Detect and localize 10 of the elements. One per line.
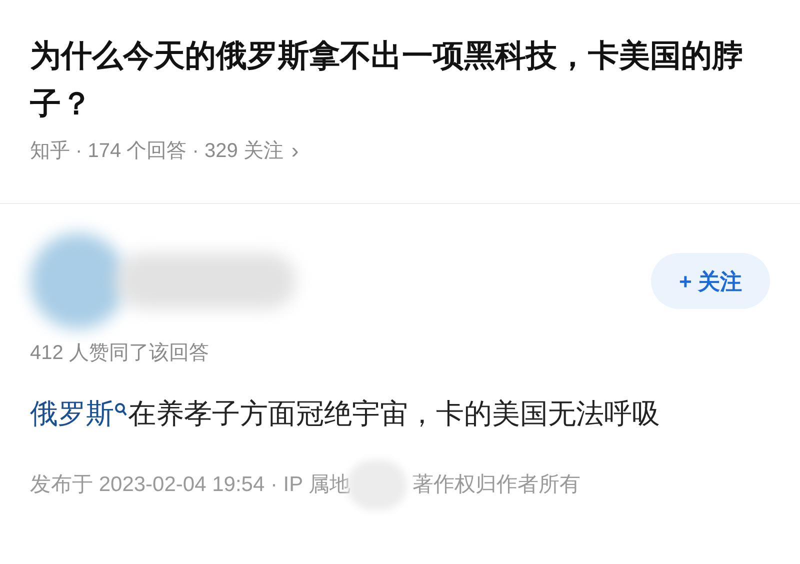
follow-button[interactable]: + 关注 (651, 253, 770, 309)
copyright-note: 著作权归作者所有 (412, 472, 581, 498)
question-title: 为什么今天的俄罗斯拿不出一项黑科技，卡美国的脖子？ (30, 37, 744, 123)
question-meta: 知乎 · 174 个回答 · 329 关注 (30, 138, 284, 164)
answer-text: 在养孝子方面冠绝宇宙，卡的美国无法呼吸 (128, 397, 660, 431)
publish-info: 发布于 2023-02-04 19:54 · IP 属地 (30, 472, 351, 498)
search-icon (114, 402, 128, 418)
chevron-icon[interactable]: › (291, 134, 299, 167)
keyword-link[interactable]: 俄罗斯 (30, 394, 114, 434)
upvote-count: 412 人赞同了该回答 (30, 341, 210, 366)
